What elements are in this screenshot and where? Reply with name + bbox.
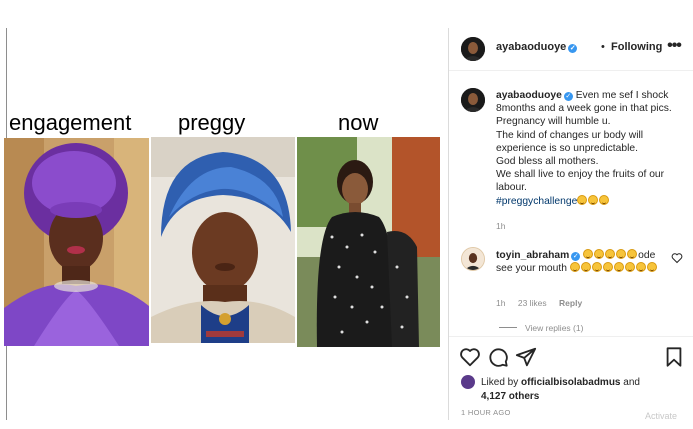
following-button[interactable]: Following bbox=[611, 41, 662, 53]
engagement-photo bbox=[4, 138, 149, 346]
caption-avatar[interactable] bbox=[461, 88, 485, 112]
grin-emoji-icon bbox=[627, 249, 638, 259]
post-header: ayabaoduoye ✓ • Following ••• bbox=[449, 28, 693, 71]
comment-meta: 1h 23 likes Reply bbox=[496, 298, 592, 308]
caption-line: The kind of changes ur body will bbox=[496, 129, 644, 141]
more-options-icon[interactable]: ••• bbox=[663, 36, 685, 58]
activate-watermark: Activate bbox=[645, 411, 678, 421]
commenter-username-link[interactable]: toyin_abraham bbox=[496, 250, 569, 261]
caption-line: God bless all mothers. bbox=[496, 156, 599, 168]
grin-emoji-icon bbox=[599, 194, 610, 205]
post-caption: ayabaoduoye ✓ Even me sef I shock 8months… bbox=[496, 89, 688, 208]
caption-line: Even me sef I shock bbox=[575, 90, 669, 101]
now-photo bbox=[297, 137, 440, 347]
comment-like-heart-icon[interactable] bbox=[671, 252, 683, 264]
preggy-photo bbox=[151, 137, 295, 343]
caption-line: 8months and a week gone in that pics. bbox=[496, 103, 672, 115]
grin-emoji-icon bbox=[635, 262, 646, 273]
grin-emoji-icon bbox=[602, 262, 613, 273]
caption-line: experience is so unpredictable. bbox=[496, 142, 638, 154]
reply-button[interactable]: Reply bbox=[559, 298, 582, 308]
commenter-avatar[interactable] bbox=[461, 247, 485, 271]
photo-caption-preggy: preggy bbox=[178, 110, 246, 135]
grin-emoji-icon bbox=[616, 249, 627, 259]
verified-badge-icon: ✓ bbox=[563, 92, 573, 101]
verified-badge-icon: ✓ bbox=[568, 44, 578, 53]
liker-avatar[interactable] bbox=[461, 375, 475, 389]
author-username-link[interactable]: ayabaoduoye ✓ bbox=[496, 41, 578, 53]
photo-caption-now: now bbox=[338, 110, 379, 135]
grin-emoji-icon bbox=[613, 262, 624, 273]
caption-timestamp[interactable]: 1h bbox=[496, 221, 505, 231]
caption-line: We shall live to enjoy the fruits of our bbox=[496, 169, 665, 181]
post-timestamp[interactable]: 1 HOUR AGO bbox=[461, 408, 511, 417]
grin-emoji-icon bbox=[588, 194, 599, 205]
grin-emoji-icon bbox=[594, 249, 605, 259]
liker-username-link[interactable]: officialbisolabadmus bbox=[521, 377, 620, 388]
verified-badge-icon: ✓ bbox=[571, 252, 581, 261]
grin-emoji-icon bbox=[569, 262, 580, 273]
header-separator: • bbox=[601, 41, 605, 53]
grin-emoji-icon bbox=[646, 262, 657, 273]
comment-bubble-icon[interactable] bbox=[487, 346, 509, 368]
post-sidebar: ayabaoduoye ✓ • Following ••• ayabaoduoye… bbox=[448, 28, 693, 421]
share-paper-plane-icon[interactable] bbox=[515, 346, 537, 368]
like-heart-icon[interactable] bbox=[459, 346, 481, 368]
likes-summary: Liked by officialbisolabadmus and 4,127 … bbox=[481, 377, 640, 402]
author-avatar[interactable] bbox=[461, 37, 485, 61]
grin-emoji-icon bbox=[580, 262, 591, 273]
save-bookmark-icon[interactable] bbox=[663, 346, 685, 368]
post-actions-bar bbox=[449, 336, 693, 376]
photo-caption-engagement: engagement bbox=[9, 110, 132, 135]
comment-like-count[interactable]: 23 likes bbox=[518, 298, 547, 308]
hashtag-link[interactable]: #preggychallenge bbox=[496, 196, 577, 207]
caption-username-link[interactable]: ayabaoduoye bbox=[496, 90, 562, 101]
caption-line: Pregnancy will humble u. bbox=[496, 116, 611, 128]
grin-emoji-icon bbox=[605, 249, 616, 259]
comment-text: toyin_abraham ✓ ode see your mouth bbox=[496, 249, 657, 275]
comment-timestamp[interactable]: 1h bbox=[496, 298, 505, 308]
caption-line: labour. bbox=[496, 182, 527, 194]
view-replies-button[interactable]: View replies (1) bbox=[499, 323, 583, 333]
replies-divider bbox=[499, 327, 517, 328]
grin-emoji-icon bbox=[624, 262, 635, 273]
grin-emoji-icon bbox=[577, 194, 588, 205]
grin-emoji-icon bbox=[583, 249, 594, 259]
likes-count-link[interactable]: 4,127 others bbox=[481, 391, 539, 402]
grin-emoji-icon bbox=[591, 262, 602, 273]
